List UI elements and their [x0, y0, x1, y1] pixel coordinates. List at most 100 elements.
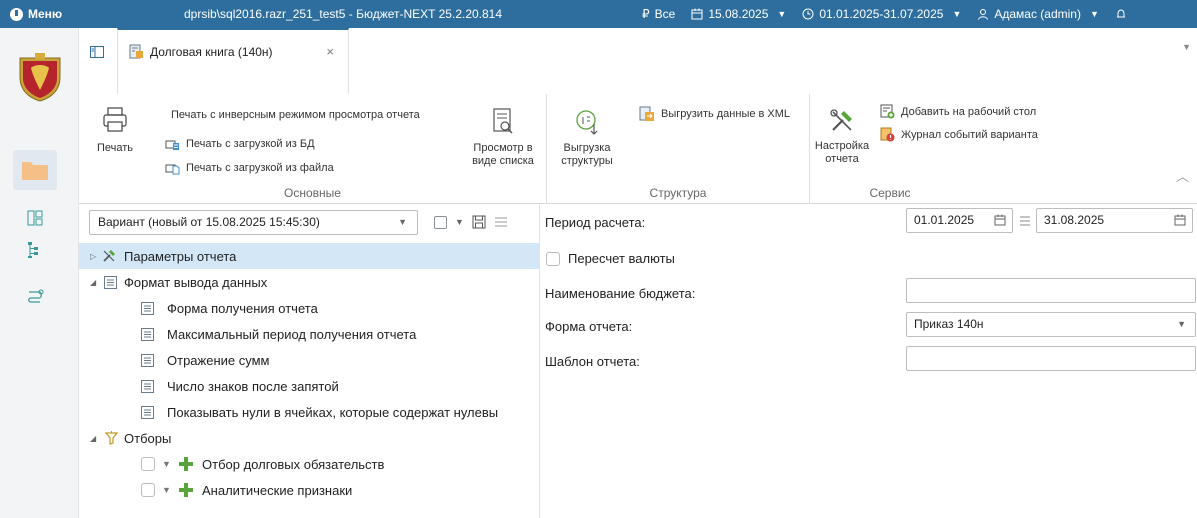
chevron-down-icon[interactable]: ▼ — [162, 485, 171, 495]
ribbon-group-structure: Выгрузка структуры Выгрузить данные в XM… — [547, 94, 809, 204]
date-selector[interactable]: 15.08.2025 ▼ — [691, 7, 786, 21]
report-doc-icon — [129, 44, 143, 59]
report-parameters-panel: Период расчета: 01.01.2025 31.08.2025 Пе… — [541, 205, 1197, 518]
tree-row-label: Аналитические признаки — [202, 482, 353, 498]
report-template-label: Шаблон отчета: — [545, 354, 640, 369]
tree-row-max-period[interactable]: Максимальный период получения отчета — [79, 321, 540, 347]
event-log-button[interactable]: Журнал событий варианта — [880, 127, 1038, 142]
currency-selector[interactable]: ₽ Все — [642, 7, 675, 21]
chevron-down-icon: ▼ — [952, 9, 962, 19]
print-file-label: Печать с загрузкой из файла — [186, 162, 334, 174]
rail-tree-button[interactable] — [13, 230, 57, 270]
print-file-button[interactable]: Печать с загрузкой из файла — [165, 161, 334, 175]
table-icon — [141, 379, 154, 393]
print-db-icon — [165, 140, 179, 150]
ruble-icon: ₽ — [642, 7, 650, 21]
tree-row-filters[interactable]: ◢ Отборы — [79, 425, 540, 451]
table-icon — [141, 353, 154, 367]
export-structure-icon — [576, 110, 598, 135]
currency-label: Все — [654, 7, 676, 21]
tabs-panel-button[interactable] — [85, 41, 109, 63]
collapse-icon[interactable]: ◢ — [90, 278, 96, 287]
list-icon[interactable] — [494, 215, 508, 229]
report-form-select[interactable]: Приказ 140н ▼ — [906, 312, 1196, 337]
tree-structure-icon — [28, 242, 38, 258]
menu-button[interactable]: Меню — [0, 0, 72, 28]
chevron-down-icon[interactable]: ▼ — [455, 217, 464, 227]
collapse-icon[interactable]: ◢ — [90, 434, 96, 443]
panel-icon — [90, 46, 104, 58]
save-icon[interactable] — [472, 215, 486, 229]
export-structure-button[interactable]: Выгрузка структуры — [557, 108, 617, 168]
tree-row-report-form[interactable]: Форма получения отчета — [79, 295, 540, 321]
tree-row-debt-filter[interactable]: ▼ Отбор долговых обязательств — [79, 451, 540, 477]
menu-label: Меню — [28, 7, 63, 21]
coat-of-arms-logo — [19, 53, 61, 102]
chevron-down-icon: ▼ — [398, 217, 407, 227]
tree-checkbox[interactable] — [141, 457, 155, 471]
tree-row-label: Максимальный период получения отчета — [167, 326, 417, 342]
report-form-label: Форма отчета: — [545, 319, 633, 334]
currency-recalc-checkbox[interactable] — [546, 252, 560, 266]
period-from-value: 01.01.2025 — [914, 213, 975, 227]
folder-icon — [22, 162, 48, 180]
tree-row-label: Показывать нули в ячейках, которые содер… — [167, 404, 499, 420]
title-bar: Меню dprsib\sql2016.razr_251_test5 - Бюд… — [0, 0, 1197, 28]
rail-workflow-button[interactable] — [13, 276, 57, 316]
export-structure-label-2: структуры — [561, 155, 613, 167]
user-menu[interactable]: Адамас (admin) ▼ — [977, 7, 1099, 21]
add-desktop-icon — [880, 104, 895, 119]
notifications-button[interactable] — [1115, 8, 1127, 20]
report-settings-button[interactable]: Настройка отчета — [814, 108, 870, 166]
tree-row-label: Форма получения отчета — [167, 300, 318, 316]
add-to-desktop-button[interactable]: Добавить на рабочий стол — [880, 104, 1036, 119]
period-selector[interactable]: 01.01.2025-31.07.2025 ▼ — [802, 7, 961, 21]
tab-debt-book[interactable]: Долговая книга (140н) × — [117, 28, 349, 94]
list-view-label-1: Просмотр в — [473, 142, 533, 154]
tree-row-sum-display[interactable]: Отражение сумм — [79, 347, 540, 373]
chevron-down-icon: ▼ — [1089, 9, 1099, 19]
report-form-value: Приказ 140н — [914, 317, 984, 331]
tab-list-chevron-icon[interactable]: ▼ — [1182, 42, 1191, 52]
variant-checkbox[interactable] — [434, 215, 447, 229]
chevron-down-icon[interactable]: ▼ — [162, 459, 171, 469]
export-xml-icon — [639, 106, 654, 121]
calendar-icon[interactable] — [1174, 214, 1186, 226]
tree-row-label: Число знаков после запятой — [167, 378, 339, 394]
period-from-field[interactable]: 01.01.2025 — [906, 208, 1013, 233]
rail-folder-button[interactable] — [13, 150, 57, 190]
tree-checkbox[interactable] — [141, 483, 155, 497]
budget-name-label: Наименование бюджета: — [545, 286, 696, 301]
tree-row-decimal-places[interactable]: Число знаков после запятой — [79, 373, 540, 399]
dashboard-icon — [27, 210, 43, 226]
ribbon: Печать Печать с инверсным режимом просмо… — [79, 94, 1197, 204]
variant-select[interactable]: Вариант (новый от 15.08.2025 15:45:30) ▼ — [89, 210, 418, 235]
tree-row-output-format[interactable]: ◢ Формат вывода данных — [79, 269, 540, 295]
budget-name-field[interactable] — [906, 278, 1196, 303]
ribbon-group-main: Печать Печать с инверсным режимом просмо… — [79, 94, 546, 204]
tab-strip: Долговая книга (140н) × ▼ — [79, 28, 1197, 94]
print-inverse-button[interactable]: Печать с инверсным режимом просмотра отч… — [171, 109, 420, 121]
print-button[interactable]: Печать — [95, 106, 135, 155]
ribbon-collapse-chevron-icon[interactable]: ︿ — [1176, 166, 1189, 185]
export-xml-button[interactable]: Выгрузить данные в XML — [639, 106, 790, 122]
export-xml-label: Выгрузить данные в XML — [661, 108, 791, 120]
expand-icon[interactable]: ▷ — [90, 252, 96, 261]
user-label: Адамас (admin) — [994, 7, 1081, 21]
period-list-icon[interactable] — [1019, 215, 1031, 227]
tree-row-show-zeros[interactable]: Показывать нули в ячейках, которые содер… — [79, 399, 540, 425]
print-db-button[interactable]: Печать с загрузкой из БД — [165, 137, 315, 151]
variant-tools: ▼ — [434, 215, 508, 229]
tree-row-label: Отражение сумм — [167, 352, 270, 368]
group-label-service: Сервис — [869, 186, 911, 200]
tree-row-report-params[interactable]: ▷ Параметры отчета — [79, 243, 540, 269]
list-view-button[interactable]: Просмотр в виде списка — [465, 108, 541, 168]
period-to-field[interactable]: 31.08.2025 — [1036, 208, 1193, 233]
close-icon[interactable]: × — [326, 44, 334, 59]
calendar-icon — [691, 8, 703, 20]
calendar-icon[interactable] — [994, 214, 1006, 226]
tree-row-analytic-attributes[interactable]: ▼ Аналитические признаки — [79, 477, 540, 503]
report-template-field[interactable] — [906, 346, 1196, 371]
workflow-icon — [28, 289, 44, 303]
table-icon — [141, 301, 154, 315]
